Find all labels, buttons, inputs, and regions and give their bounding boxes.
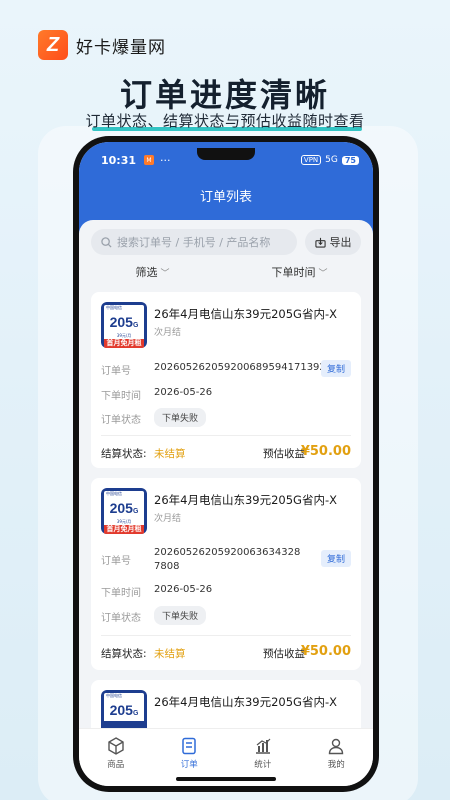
status-badge: 下单失败 — [154, 408, 207, 427]
phone-frame: 10:31 M ··· VPN 5G 75 订单列表 搜索订单号 / 手机号 /… — [73, 136, 379, 792]
page-title: 订单列表 — [199, 190, 252, 205]
search-icon — [101, 236, 112, 248]
export-icon — [314, 237, 326, 248]
status-badge: 下单失败 — [154, 606, 207, 625]
order-time-label: 下单时间 — [101, 391, 141, 402]
thumb-data-amount: 205G — [104, 315, 144, 333]
order-time-value: 2026-05-26 — [154, 387, 213, 398]
tab-label: 我的 — [327, 760, 345, 770]
thumb-data-number: 205 — [109, 314, 133, 330]
filter-dropdown[interactable]: 筛选 ﹀ — [79, 264, 226, 290]
export-button[interactable]: 导出 — [305, 229, 361, 255]
copy-button[interactable]: 复制 — [320, 360, 351, 377]
order-icon — [182, 737, 196, 755]
user-icon — [329, 738, 344, 755]
more-notifications-icon: ··· — [160, 153, 171, 167]
est-income-label: 预估收益 — [263, 648, 305, 660]
chart-icon — [255, 738, 271, 754]
order-no-value: 20260526205920068959417139​2 — [154, 362, 326, 373]
tab-label: 统计 — [254, 760, 272, 770]
vpn-icon: VPN — [300, 155, 322, 165]
search-placeholder: 搜索订单号 / 手机号 / 产品名称 — [117, 236, 271, 249]
thumb-data-unit: G — [132, 322, 139, 329]
product-thumbnail: 中国电信 205G 39元/月 首月免月租 — [101, 302, 147, 348]
tab-label: 商品 — [107, 760, 125, 770]
est-income-label: 预估收益 — [263, 448, 305, 460]
thumb-data-amount: 205G — [104, 703, 144, 721]
thumb-data-unit: G — [132, 710, 139, 717]
tab-label: 订单 — [180, 760, 198, 770]
status-time: 10:31 — [101, 153, 137, 167]
order-time-dropdown[interactable]: 下单时间 ﹀ — [226, 264, 373, 290]
filter-label: 筛选 — [135, 266, 158, 279]
order-no-label: 订单号 — [101, 366, 131, 377]
search-input[interactable]: 搜索订单号 / 手机号 / 产品名称 — [91, 229, 297, 255]
tab-profile[interactable]: 我的 — [300, 737, 374, 786]
brand-logo: Z — [38, 30, 68, 60]
export-label: 导出 — [329, 236, 352, 249]
order-settle-cycle: 次月结 — [154, 514, 182, 524]
thumb-promo: 首月免月租 — [104, 525, 144, 534]
order-title: 26年4月电信山东39元205G省内-X — [154, 695, 337, 709]
order-title: 26年4月电信山东39元205G省内-X — [154, 307, 337, 321]
battery-icon: 75 — [341, 155, 359, 165]
search-row: 搜索订单号 / 手机号 / 产品名称 导出 — [79, 220, 373, 264]
bottom-tab-bar: 商品 订单 统计 我的 — [79, 728, 373, 786]
est-income-value: ¥50.00 — [300, 644, 351, 659]
filter-row: 筛选 ﹀ 下单时间 ﹀ — [79, 264, 373, 290]
order-settle-cycle: 次月结 — [154, 328, 182, 338]
settle-status-label: 结算状态: — [101, 648, 147, 660]
order-card[interactable]: 中国电信 205G 39元/月 首月免月租 26年4月电信山东39元205G省内… — [91, 292, 361, 468]
order-time-label: 下单时间 — [101, 588, 141, 599]
order-title: 26年4月电信山东39元205G省内-X — [154, 493, 337, 507]
order-time-label: 下单时间 — [271, 266, 316, 279]
settle-status-label: 结算状态: — [101, 448, 147, 460]
settle-status-value: 未结算 — [154, 648, 186, 660]
product-thumbnail: 中国电信 205G 39元/月 首月免月租 — [101, 488, 147, 534]
thumb-data-number: 205 — [109, 500, 133, 516]
est-income-value: ¥50.00 — [300, 444, 351, 459]
brand: Z 好卡爆量网 — [38, 30, 166, 60]
settle-status-value: 未结算 — [154, 448, 186, 460]
thumb-data-number: 205 — [109, 702, 133, 718]
order-time-value: 2026-05-26 — [154, 584, 213, 595]
copy-button[interactable]: 复制 — [320, 550, 351, 567]
phone-screen: 10:31 M ··· VPN 5G 75 订单列表 搜索订单号 / 手机号 /… — [79, 142, 373, 786]
thumb-data-unit: G — [132, 508, 139, 515]
app-notification-icon: M — [144, 155, 155, 165]
chevron-down-icon: ﹀ — [160, 269, 170, 279]
box-icon — [108, 737, 124, 755]
order-no-label: 订单号 — [101, 556, 131, 567]
camera-notch — [197, 148, 255, 160]
order-no-value: 202605262059200636343287808 — [154, 547, 301, 572]
order-card[interactable]: 中国电信 205G 39元/月 首月免月租 26年4月电信山东39元205G省内… — [91, 478, 361, 670]
thumb-promo: 首月免月租 — [104, 339, 144, 348]
divider — [101, 435, 351, 436]
order-status-label: 订单状态 — [101, 415, 141, 426]
tab-products[interactable]: 商品 — [79, 737, 153, 786]
subline: 订单状态、结算状态与预估收益随时查看 — [85, 112, 365, 130]
order-status-label: 订单状态 — [101, 613, 141, 624]
home-indicator[interactable] — [176, 777, 276, 781]
divider — [101, 635, 351, 636]
signal-icon: 5G — [325, 155, 338, 165]
thumb-data-amount: 205G — [104, 501, 144, 519]
brand-name: 好卡爆量网 — [76, 37, 166, 58]
chevron-down-icon: ﹀ — [318, 269, 328, 279]
